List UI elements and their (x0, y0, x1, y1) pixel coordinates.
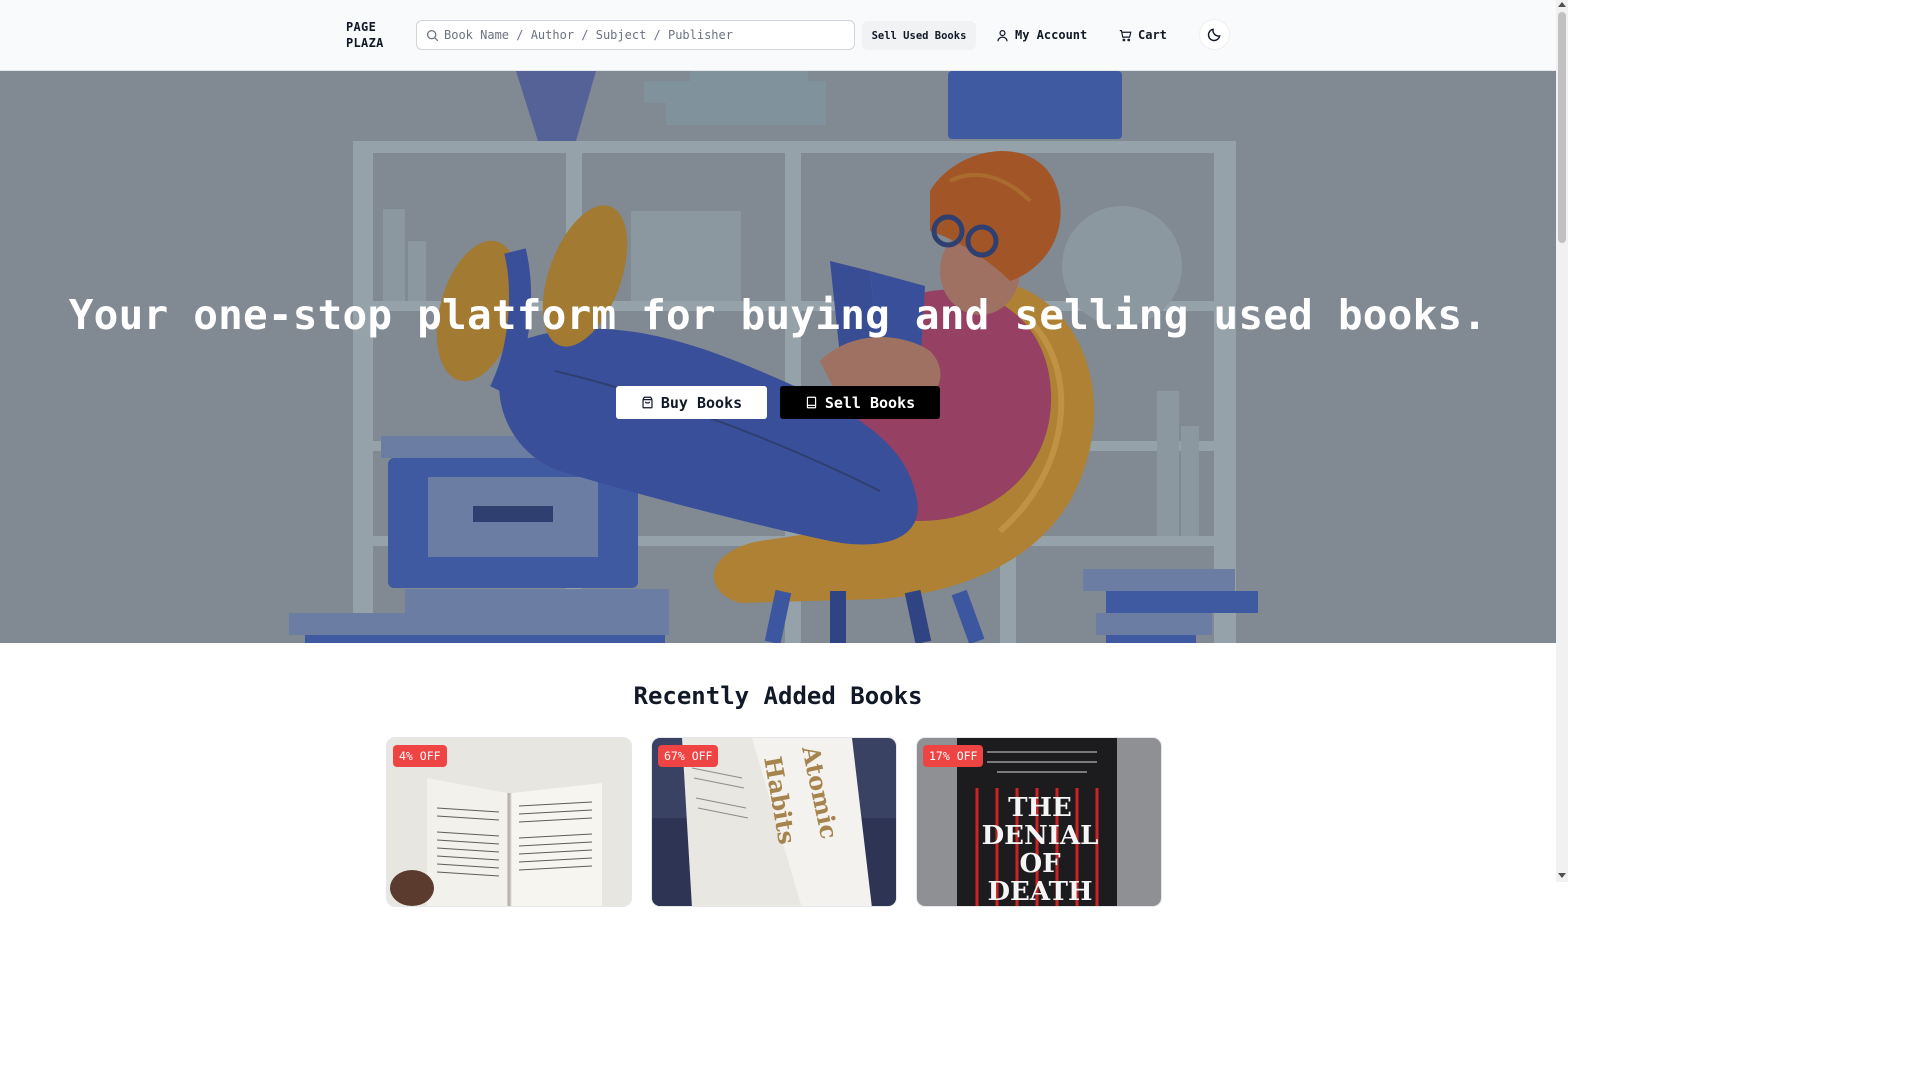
discount-badge: 67% OFF (658, 745, 719, 767)
buy-books-label: Buy Books (660, 393, 743, 412)
svg-text:DEATH: DEATH (987, 877, 1092, 907)
cart-link[interactable]: Cart (1119, 26, 1167, 44)
logo-line-1: PAGE (346, 20, 377, 34)
search-icon (426, 29, 439, 41)
top-navbar: PAGE PLAZA Sell Used Books My Account Ca… (0, 0, 1556, 71)
shopping-bag-icon (642, 396, 653, 409)
sell-used-books-button[interactable]: Sell Used Books (862, 21, 976, 50)
book-card[interactable]: THE DENIAL OF DEATH 17% OFF (916, 737, 1162, 907)
svg-text:DENIAL: DENIAL (982, 821, 1099, 851)
hero-banner: Your one-stop platform for buying and se… (0, 71, 1556, 643)
my-account-label: My Account (1015, 28, 1088, 42)
book-icon (806, 396, 817, 409)
book-card-list: 4% OFF Habits Atomic 67% OFF THE DENIAL … (386, 737, 1162, 907)
scroll-up-arrow-icon[interactable] (1558, 2, 1566, 7)
user-icon (997, 29, 1008, 41)
book-card[interactable]: Habits Atomic 67% OFF (651, 737, 897, 907)
scroll-down-arrow-icon[interactable] (1558, 873, 1566, 878)
theme-toggle-button[interactable] (1199, 19, 1230, 50)
discount-badge: 4% OFF (393, 745, 447, 767)
hero-overlay (0, 71, 1556, 643)
scrollbar-thumb[interactable] (1558, 12, 1566, 243)
moon-icon (1207, 28, 1221, 42)
sell-books-button[interactable]: Sell Books (780, 386, 940, 419)
sell-books-label: Sell Books (824, 393, 916, 412)
book-card[interactable]: 4% OFF (386, 737, 632, 907)
buy-books-button[interactable]: Buy Books (616, 386, 767, 419)
search-input[interactable] (444, 28, 854, 42)
site-logo[interactable]: PAGE PLAZA (346, 19, 384, 51)
search-box[interactable] (416, 20, 855, 50)
recently-added-heading: Recently Added Books (633, 682, 923, 710)
my-account-link[interactable]: My Account (996, 26, 1087, 44)
hero-heading: Your one-stop platform for buying and se… (68, 291, 1488, 339)
page-scrollbar[interactable] (1556, 0, 1568, 882)
cart-label: Cart (1138, 28, 1167, 42)
cart-icon (1119, 29, 1132, 41)
logo-line-2: PLAZA (346, 36, 384, 50)
svg-text:THE: THE (1008, 793, 1072, 823)
svg-text:OF: OF (1019, 849, 1061, 879)
discount-badge: 17% OFF (923, 745, 984, 767)
